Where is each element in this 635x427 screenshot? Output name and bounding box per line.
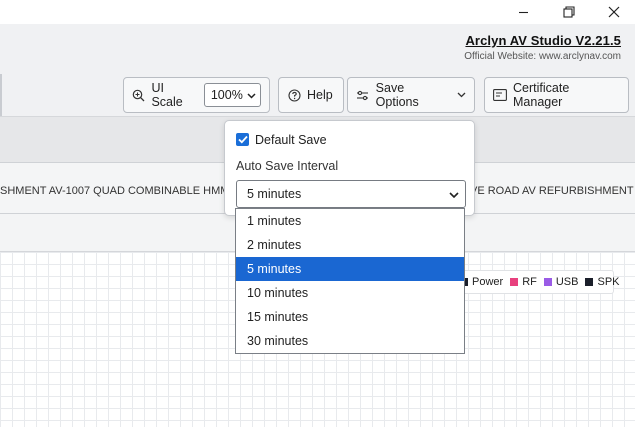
toolbar: UI Scale 100% Help Save Options Certific…	[0, 74, 635, 116]
interval-option-selected[interactable]: 5 minutes	[236, 257, 464, 281]
default-save-checkbox[interactable]	[236, 133, 249, 146]
certificate-manager-button[interactable]: Certificate Manager	[484, 77, 629, 113]
default-save-label: Default Save	[255, 133, 327, 147]
website-text: Official Website: www.arclynav.com	[464, 51, 621, 62]
save-options-label: Save Options	[375, 81, 419, 109]
minimize-icon[interactable]	[500, 0, 546, 24]
legend-label: RF	[522, 276, 537, 288]
ui-scale-value: 100%	[210, 88, 243, 102]
certificate-manager-label: Certificate Manager	[513, 81, 570, 109]
legend-item-usb: USB	[543, 276, 579, 288]
legend-item-power: Power	[460, 276, 503, 288]
save-options-popover: Default Save Auto Save Interval 5 minute…	[224, 120, 475, 216]
interval-option[interactable]: 10 minutes	[236, 281, 464, 305]
chevron-down-icon	[457, 92, 466, 98]
check-icon	[237, 135, 248, 144]
title-bar	[0, 0, 635, 24]
interval-value: 5 minutes	[247, 187, 302, 201]
help-icon	[287, 88, 301, 102]
close-icon[interactable]	[591, 0, 635, 24]
legend-swatch	[510, 278, 519, 286]
sliders-icon	[356, 88, 370, 102]
app-header: Arclyn AV Studio V2.21.5 Official Websit…	[0, 24, 635, 74]
ui-scale-label: UI Scale	[151, 81, 183, 109]
auto-save-interval-label: Auto Save Interval	[236, 159, 339, 173]
save-options-button[interactable]: Save Options	[347, 77, 475, 113]
ui-scale-select[interactable]: 100%	[203, 83, 261, 107]
interval-dropdown-list: 1 minutes 2 minutes 5 minutes 10 minutes…	[235, 208, 465, 354]
legend-item-rf: RF	[510, 276, 537, 288]
help-button[interactable]: Help	[278, 77, 344, 113]
legend-swatch	[543, 278, 552, 286]
restore-icon[interactable]	[546, 0, 592, 24]
chevron-down-icon	[247, 88, 256, 102]
signal-legend: Power RF USB SPK	[456, 270, 620, 294]
legend-label: Power	[472, 276, 504, 288]
certificate-icon	[493, 88, 507, 102]
interval-option[interactable]: 15 minutes	[236, 305, 464, 329]
ui-scale-control: UI Scale 100%	[123, 77, 270, 113]
app-title-link[interactable]: Arclyn AV Studio V2.21.5	[465, 33, 621, 48]
legend-label: SPK	[597, 276, 620, 288]
zoom-icon	[132, 88, 145, 102]
chevron-down-icon	[449, 187, 459, 201]
tab-project-left[interactable]: SHMENT AV-1007 QUAD COMBINABLE HMMI	[0, 185, 232, 197]
legend-item-spk: SPK	[585, 276, 620, 288]
help-label: Help	[307, 88, 333, 102]
legend-swatch	[585, 278, 594, 286]
auto-save-interval-select[interactable]: 5 minutes	[236, 180, 466, 208]
legend-label: USB	[555, 276, 579, 288]
interval-option[interactable]: 1 minutes	[236, 209, 464, 233]
toolbar-divider	[0, 74, 2, 116]
interval-option[interactable]: 2 minutes	[236, 233, 464, 257]
tab-project-right[interactable]: VE ROAD AV REFURBISHMENT	[470, 185, 634, 197]
interval-option[interactable]: 30 minutes	[236, 329, 464, 353]
